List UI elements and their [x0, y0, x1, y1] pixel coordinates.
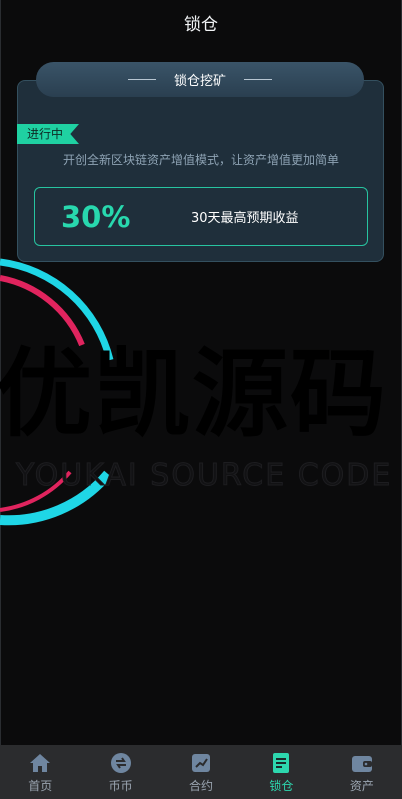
contract-icon	[192, 754, 211, 772]
tab-exchange[interactable]: 币币	[80, 745, 160, 799]
tab-contract[interactable]: 合约	[161, 745, 241, 799]
watermark-sub-text: YOUKAI SOURCE CODE	[15, 458, 393, 494]
yield-label: 30天最高预期收益	[191, 211, 299, 226]
tab-label: 资产	[349, 779, 374, 793]
watermark-logo-text: 优凯源码	[0, 338, 388, 450]
card-title: 锁仓挖矿	[173, 74, 226, 89]
yield-value: 30%	[61, 199, 131, 234]
lock-icon	[273, 753, 290, 773]
card-description: 开创全新区块链资产增值模式，让资产增值更加简单	[62, 153, 339, 167]
tab-label: 币币	[108, 779, 133, 793]
title-dash-left	[127, 79, 156, 80]
home-icon	[30, 754, 51, 772]
tab-assets[interactable]: 资产	[322, 745, 402, 799]
tab-label: 首页	[28, 779, 53, 793]
bottom-tab-bar: 首页 币币 合约 锁仓 资产	[0, 745, 402, 799]
tab-lock[interactable]: 锁仓	[241, 745, 321, 799]
tab-label: 锁仓	[269, 779, 294, 793]
card-title-tab: 锁仓挖矿	[36, 62, 364, 97]
yield-stat-box: 30% 30天最高预期收益	[34, 187, 368, 246]
status-badge: 进行中	[17, 124, 79, 144]
tab-label: 合约	[189, 779, 214, 793]
exchange-icon	[110, 753, 131, 773]
title-dash-right	[244, 79, 272, 80]
tab-home[interactable]: 首页	[0, 745, 80, 799]
wallet-icon	[351, 756, 372, 772]
